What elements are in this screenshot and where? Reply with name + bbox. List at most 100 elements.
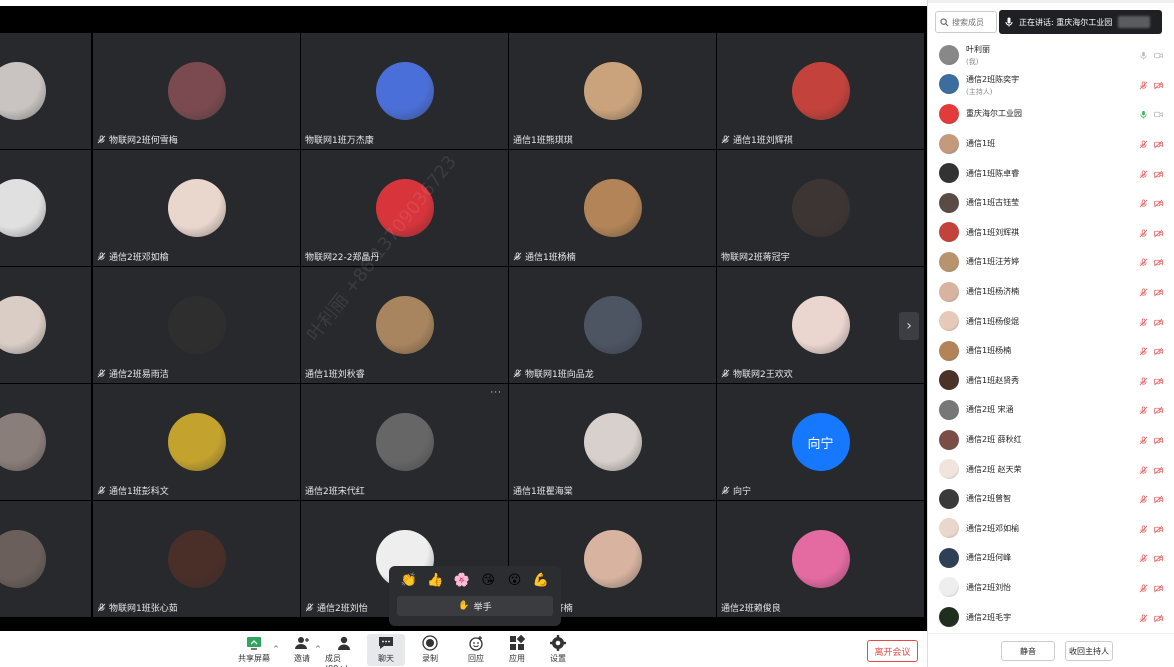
camera-off-icon[interactable] (1154, 430, 1163, 449)
mic-off-icon[interactable] (1139, 164, 1148, 183)
microphone-icon[interactable] (1139, 104, 1148, 123)
member-row[interactable]: 通信1班陈卓睿 (928, 158, 1174, 188)
member-row[interactable]: 通信1班杨济楠 (928, 277, 1174, 307)
video-tile[interactable]: 向宁 向宁 (717, 384, 924, 500)
video-tile[interactable]: 物联网1班张心茹 (93, 501, 300, 617)
mic-off-icon[interactable] (1139, 548, 1148, 567)
camera-off-icon[interactable] (1154, 164, 1163, 183)
member-row[interactable]: 通信2班 宋涵 (928, 395, 1174, 425)
video-tile[interactable]: 通信1班瞿海棠 (509, 384, 716, 500)
video-tile[interactable]: 通信1班刘秋睿 (301, 267, 508, 383)
video-tile[interactable]: 通信1班彭科文 (93, 384, 300, 500)
camera-off-icon[interactable] (1154, 282, 1163, 301)
toolbar-apps-button[interactable]: 应用 (498, 634, 536, 666)
toolbar-record-button[interactable]: 录制 (411, 634, 449, 666)
camera-off-icon[interactable] (1154, 608, 1163, 627)
member-row[interactable]: 通信1班杨俊焜 (928, 306, 1174, 336)
video-tile[interactable]: 通信1班熊琪琪 (509, 33, 716, 149)
reclaim-host-button[interactable]: 收回主持人 (1065, 641, 1113, 661)
next-page-button[interactable]: › (899, 312, 919, 340)
chevron-up-icon[interactable]: ^ (315, 645, 321, 653)
member-row[interactable]: 通信2班刘怡 (928, 573, 1174, 603)
video-tile[interactable]: 通信1班刘辉祺 (717, 33, 924, 149)
member-row[interactable]: 叶利丽 (我) (928, 40, 1174, 70)
camera-off-icon[interactable] (1154, 489, 1163, 508)
mic-off-icon[interactable] (1139, 519, 1148, 538)
reaction-emoji[interactable]: 😮 (507, 572, 523, 588)
camera-off-icon[interactable] (1154, 75, 1163, 94)
member-row[interactable]: 通信2班邓如榆 (928, 514, 1174, 544)
mic-off-icon[interactable] (1139, 400, 1148, 419)
member-row[interactable]: 通信2班毛宇 (928, 602, 1174, 632)
member-row[interactable]: 通信2班曾智 (928, 484, 1174, 514)
camera-off-icon[interactable] (1154, 252, 1163, 271)
camera-icon[interactable] (1154, 104, 1163, 123)
chevron-up-icon[interactable]: ^ (273, 645, 279, 653)
reaction-emoji[interactable]: 🌸 (454, 572, 470, 588)
toolbar-settings-button[interactable]: 设置 (539, 634, 577, 666)
video-tile[interactable]: 通信2班宋代红 ··· (301, 384, 508, 500)
camera-off-icon[interactable] (1154, 134, 1163, 153)
mic-off-icon[interactable] (1139, 608, 1148, 627)
mic-off-icon[interactable] (1139, 252, 1148, 271)
video-tile[interactable] (0, 150, 91, 266)
camera-off-icon[interactable] (1154, 371, 1163, 390)
camera-off-icon[interactable] (1154, 341, 1163, 360)
member-row[interactable]: 通信2班 赵天荣 (928, 454, 1174, 484)
more-options-icon[interactable]: ··· (490, 388, 502, 398)
video-tile[interactable]: 通信2班易雨洁 (93, 267, 300, 383)
toolbar-share-screen-button[interactable]: 共享屏幕 (235, 634, 273, 666)
microphone-icon[interactable] (1139, 45, 1148, 64)
camera-off-icon[interactable] (1154, 548, 1163, 567)
member-row[interactable]: 通信2班 薛秋红 (928, 425, 1174, 455)
reaction-emoji[interactable]: 💪 (533, 572, 549, 588)
member-row[interactable]: 通信1班古钰莹 (928, 188, 1174, 218)
member-search-input[interactable] (952, 17, 996, 27)
video-tile[interactable] (0, 501, 91, 617)
member-row[interactable]: 通信2班陈奕宇 (主持人) (928, 70, 1174, 100)
mic-off-icon[interactable] (1139, 223, 1148, 242)
video-tile[interactable]: 物联网1班向品龙 (509, 267, 716, 383)
member-row[interactable]: 通信1班 (928, 129, 1174, 159)
video-tile[interactable] (0, 33, 91, 149)
video-tile[interactable]: 物联网2班何雪梅 (93, 33, 300, 149)
mic-off-icon[interactable] (1139, 134, 1148, 153)
member-row[interactable]: 通信1班杨楠 (928, 336, 1174, 366)
camera-off-icon[interactable] (1154, 312, 1163, 331)
video-tile[interactable]: 通信2班赖俊良 (717, 501, 924, 617)
mute-all-button[interactable]: 静音 (1001, 641, 1055, 661)
camera-off-icon[interactable] (1154, 578, 1163, 597)
mic-off-icon[interactable] (1139, 341, 1148, 360)
reaction-emoji[interactable]: 👍 (427, 572, 443, 588)
member-row[interactable]: 重庆海尔工业园 (928, 99, 1174, 129)
mic-off-icon[interactable] (1139, 371, 1148, 390)
mic-off-icon[interactable] (1139, 430, 1148, 449)
toolbar-reaction-button[interactable]: 回应 (457, 634, 495, 666)
mic-off-icon[interactable] (1139, 489, 1148, 508)
mic-off-icon[interactable] (1139, 460, 1148, 479)
camera-off-icon[interactable] (1154, 193, 1163, 212)
toolbar-members-button[interactable]: 成员(99+) (325, 634, 363, 667)
leave-meeting-button[interactable]: 离开会议 (867, 640, 918, 662)
video-tile[interactable]: 通信2班邓如榆 (93, 150, 300, 266)
reaction-emoji[interactable]: 👏 (401, 572, 417, 588)
mic-off-icon[interactable] (1139, 578, 1148, 597)
video-tile[interactable]: 通信1班杨楠 (509, 150, 716, 266)
mic-off-icon[interactable] (1139, 282, 1148, 301)
video-tile[interactable]: 物联网2王欢欢 (717, 267, 924, 383)
camera-icon[interactable] (1154, 45, 1163, 64)
member-row[interactable]: 通信2班何峰 (928, 543, 1174, 573)
member-row[interactable]: 通信1班赵贤秀 (928, 366, 1174, 396)
toolbar-chat-button[interactable]: 聊天 (367, 634, 405, 666)
mic-off-icon[interactable] (1139, 75, 1148, 94)
member-row[interactable]: 通信1班刘辉祺 (928, 218, 1174, 248)
video-tile[interactable]: 物联网2班蒋冠宇 (717, 150, 924, 266)
member-row[interactable]: 通信1班汪芳婷 (928, 247, 1174, 277)
video-tile[interactable] (0, 384, 91, 500)
video-tile[interactable] (0, 267, 91, 383)
video-tile[interactable]: 物联网1班万杰康 (301, 33, 508, 149)
video-tile[interactable]: 物联网22-2郑晶丹 (301, 150, 508, 266)
mic-off-icon[interactable] (1139, 312, 1148, 331)
mic-off-icon[interactable] (1139, 193, 1148, 212)
reaction-emoji[interactable]: 😘 (480, 572, 496, 588)
